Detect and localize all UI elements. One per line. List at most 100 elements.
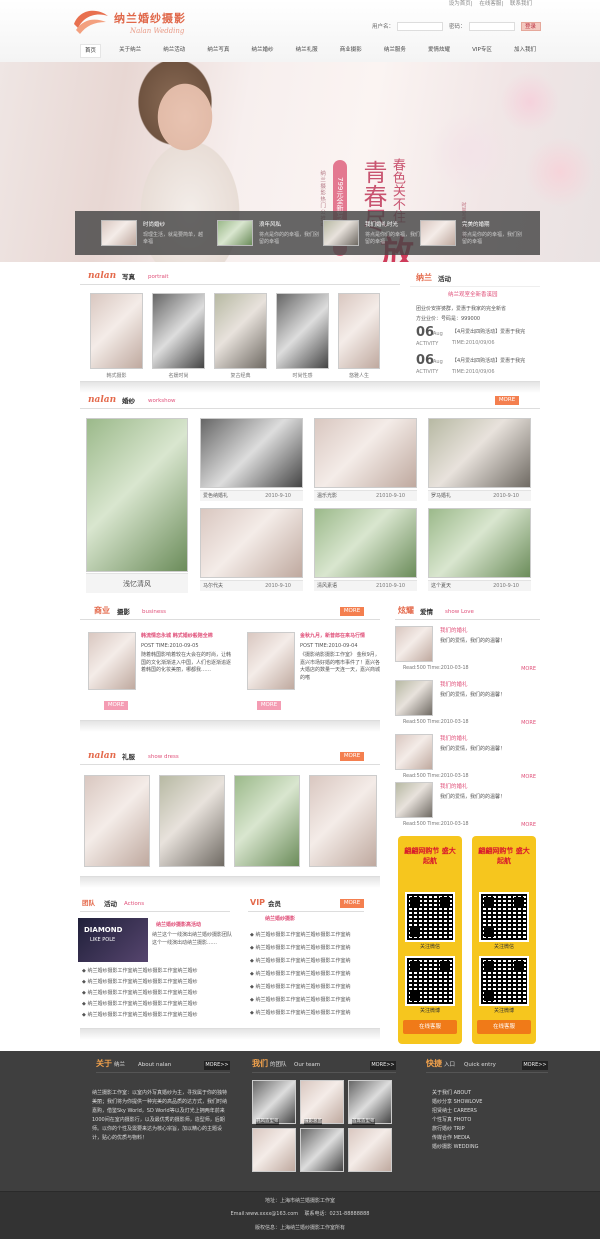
team-act-list-item[interactable]: ◆ 纳兰婚纱摄影工作室纳兰婚纱摄影工作室纳兰婚纱 (82, 979, 197, 986)
footer-link[interactable]: 招贤纳士 CAREERS (432, 1107, 477, 1116)
wedding-photo[interactable] (200, 508, 303, 578)
love-title[interactable]: 我们的婚礼 (440, 628, 468, 635)
business-post-title[interactable]: 韩流情恋永城 韩式婚纱般陪全棉 (141, 633, 213, 640)
love-title[interactable]: 我们的婚礼 (440, 736, 468, 743)
love-item[interactable]: 我们的婚礼 我们的爱情，我们的的温馨！ Read:500 Time:2010-03-… (395, 782, 540, 834)
team-act-headline[interactable]: 纳兰婚纱摄影高活动 (156, 922, 201, 929)
strip-item[interactable]: 我们婚礼时光 将点是你们的幸福，我们别留的幸福 (323, 220, 425, 248)
nav-service[interactable]: 纳兰服务 (380, 44, 410, 58)
nav-home[interactable]: 首页 (80, 44, 102, 58)
set-home-link[interactable]: 设为首页 (449, 1, 471, 7)
wedding-photo[interactable] (314, 508, 417, 578)
portrait-photo[interactable] (276, 293, 329, 369)
vip-list-item[interactable]: ◆ 纳兰婚纱摄影工作室纳兰婚纱摄影工作室纳 (250, 1010, 350, 1017)
team-act-list-item[interactable]: ◆ 纳兰婚纱摄影工作室纳兰婚纱摄影工作室纳兰婚纱 (82, 990, 197, 997)
business-more-button[interactable]: MORE (340, 607, 364, 616)
footer-about-more[interactable]: MORE>> (204, 1061, 230, 1070)
footer-link[interactable]: 个性写真 PHOTO (432, 1116, 471, 1125)
love-more[interactable]: MORE (521, 822, 536, 829)
team-member-photo[interactable] (300, 1080, 344, 1124)
contact-link[interactable]: 联系我们 (510, 1, 532, 7)
nav-dress[interactable]: 纳兰礼服 (292, 44, 322, 58)
team-member-photo[interactable] (348, 1128, 392, 1172)
strip-item[interactable]: 时尚婚纱 现理生活，就是要简单，越幸福 (101, 220, 203, 248)
wedding-photo[interactable] (200, 418, 303, 488)
footer-link[interactable]: 婚纱摄影 WEDDING (432, 1143, 478, 1152)
activity-item-text[interactable]: 【4月爱出四购活动】爱惠于我完 (452, 329, 525, 336)
wechat-qr-code[interactable] (405, 892, 455, 942)
team-act-list-item[interactable]: ◆ 纳兰婚纱摄影工作室纳兰婚纱摄影工作室纳兰婚纱 (82, 1012, 197, 1019)
online-service-button[interactable]: 在线客服 (477, 1020, 531, 1034)
team-member-photo[interactable] (252, 1128, 296, 1172)
footer-link[interactable]: 婚纱分享 SHOWLOVE (432, 1098, 482, 1107)
footer-link[interactable]: 旅行婚纱 TRIP (432, 1125, 465, 1134)
logo-swirl-icon[interactable] (72, 6, 110, 36)
vip-list-item[interactable]: ◆ 纳兰婚纱摄影工作室纳兰婚纱摄影工作室纳 (250, 958, 350, 965)
strip-item[interactable]: 完美的婚期 将点是你的的幸福，我们别留的幸福 (420, 220, 522, 248)
love-title[interactable]: 我们的婚礼 (440, 682, 468, 689)
vip-headline[interactable]: 纳兰婚纱摄影 (265, 916, 295, 923)
wedding-feature-photo[interactable] (86, 418, 188, 572)
nav-about[interactable]: 关于纳兰 (115, 44, 145, 58)
business-photo[interactable] (88, 632, 136, 690)
logo-text[interactable]: 纳兰婚纱摄影 (114, 12, 186, 26)
nav-activities[interactable]: 纳兰活动 (159, 44, 189, 58)
team-act-list-item[interactable]: ◆ 纳兰婚纱摄影工作室纳兰婚纱摄影工作室纳兰婚纱 (82, 968, 197, 975)
nav-wedding[interactable]: 纳兰婚纱 (248, 44, 278, 58)
love-item[interactable]: 我们的婚礼 我们的爱情，我们的的温馨！ Read:500 Time:2010-03-… (395, 734, 540, 786)
portrait-photo[interactable] (152, 293, 205, 369)
activity-item-text[interactable]: 【4月爱出四购活动】爱惠于我完 (452, 358, 525, 365)
vip-list-item[interactable]: ◆ 纳兰婚纱摄影工作室纳兰婚纱摄影工作室纳 (250, 932, 350, 939)
nav-show-love[interactable]: 爱情炫耀 (424, 44, 454, 58)
love-item[interactable]: 我们的婚礼 我们的爱情，我们的的温馨！ Read:500 Time:2010-03-… (395, 680, 540, 732)
love-title[interactable]: 我们的婚礼 (440, 784, 468, 791)
team-member-photo[interactable] (348, 1080, 392, 1124)
weibo-qr-code[interactable] (405, 956, 455, 1006)
love-item[interactable]: 我们的婚礼 我们的爱情，我们的的温馨！ Read:500 Time:2010-03-… (395, 626, 540, 678)
footer-entry-more[interactable]: MORE>> (522, 1061, 548, 1070)
vip-list-item[interactable]: ◆ 纳兰婚纱摄影工作室纳兰婚纱摄影工作室纳 (250, 971, 350, 978)
vip-list-item[interactable]: ◆ 纳兰婚纱摄影工作室纳兰婚纱摄影工作室纳 (250, 984, 350, 991)
wechat-qr-code[interactable] (479, 892, 529, 942)
footer-team-more[interactable]: MORE>> (370, 1061, 396, 1070)
nav-portrait[interactable]: 纳兰写真 (203, 44, 233, 58)
strip-item[interactable]: 浪年风私 将点是你的的幸福，我们别留的幸福 (217, 220, 319, 248)
love-more[interactable]: MORE (521, 666, 536, 673)
dress-photo[interactable] (309, 775, 377, 867)
wedding-more-button[interactable]: MORE (495, 396, 519, 405)
wedding-photo[interactable] (314, 418, 417, 488)
dress-photo[interactable] (84, 775, 150, 867)
business-post-more[interactable]: MORE (104, 701, 128, 710)
team-member-photo[interactable] (300, 1128, 344, 1172)
weibo-qr-code[interactable] (479, 956, 529, 1006)
password-input[interactable] (468, 22, 515, 31)
nav-vip[interactable]: VIP专区 (468, 44, 496, 58)
vip-list-item[interactable]: ◆ 纳兰婚纱摄影工作室纳兰婚纱摄影工作室纳 (250, 945, 350, 952)
online-service-link[interactable]: 在线客服 (479, 1, 501, 7)
business-photo[interactable] (247, 632, 295, 690)
vip-list-item[interactable]: ◆ 纳兰婚纱摄影工作室纳兰婚纱摄影工作室纳 (250, 997, 350, 1004)
activity-headline[interactable]: 纳兰观室全新香溪园 (448, 292, 498, 299)
nav-join[interactable]: 加入我们 (510, 44, 540, 58)
online-service-button[interactable]: 在线客服 (403, 1020, 457, 1034)
vip-more-button[interactable]: MORE (340, 899, 364, 908)
portrait-photo[interactable] (214, 293, 267, 369)
username-input[interactable] (397, 22, 444, 31)
team-act-list-item[interactable]: ◆ 纳兰婚纱摄影工作室纳兰婚纱摄影工作室纳兰婚纱 (82, 1001, 197, 1008)
portrait-photo[interactable] (338, 293, 380, 369)
wedding-photo[interactable] (428, 508, 531, 578)
dress-photo[interactable] (159, 775, 225, 867)
footer-link[interactable]: 传媒合作 MEDIA (432, 1134, 470, 1143)
team-member-photo[interactable] (252, 1080, 296, 1124)
portrait-photo[interactable] (90, 293, 143, 369)
login-button[interactable]: 登录 (520, 22, 541, 31)
business-post-more[interactable]: MORE (257, 701, 281, 710)
wedding-photo[interactable] (428, 418, 531, 488)
footer-link[interactable]: 关于我们 ABOUT (432, 1089, 471, 1098)
dress-more-button[interactable]: MORE (340, 752, 364, 761)
dress-photo[interactable] (234, 775, 300, 867)
team-act-ad[interactable]: DIAMOND LIKE POLE (78, 918, 148, 962)
love-more[interactable]: MORE (521, 774, 536, 781)
nav-business[interactable]: 商业摄影 (336, 44, 366, 58)
business-post-title[interactable]: 金秋九月，新普郎在来马行情 (300, 633, 365, 640)
